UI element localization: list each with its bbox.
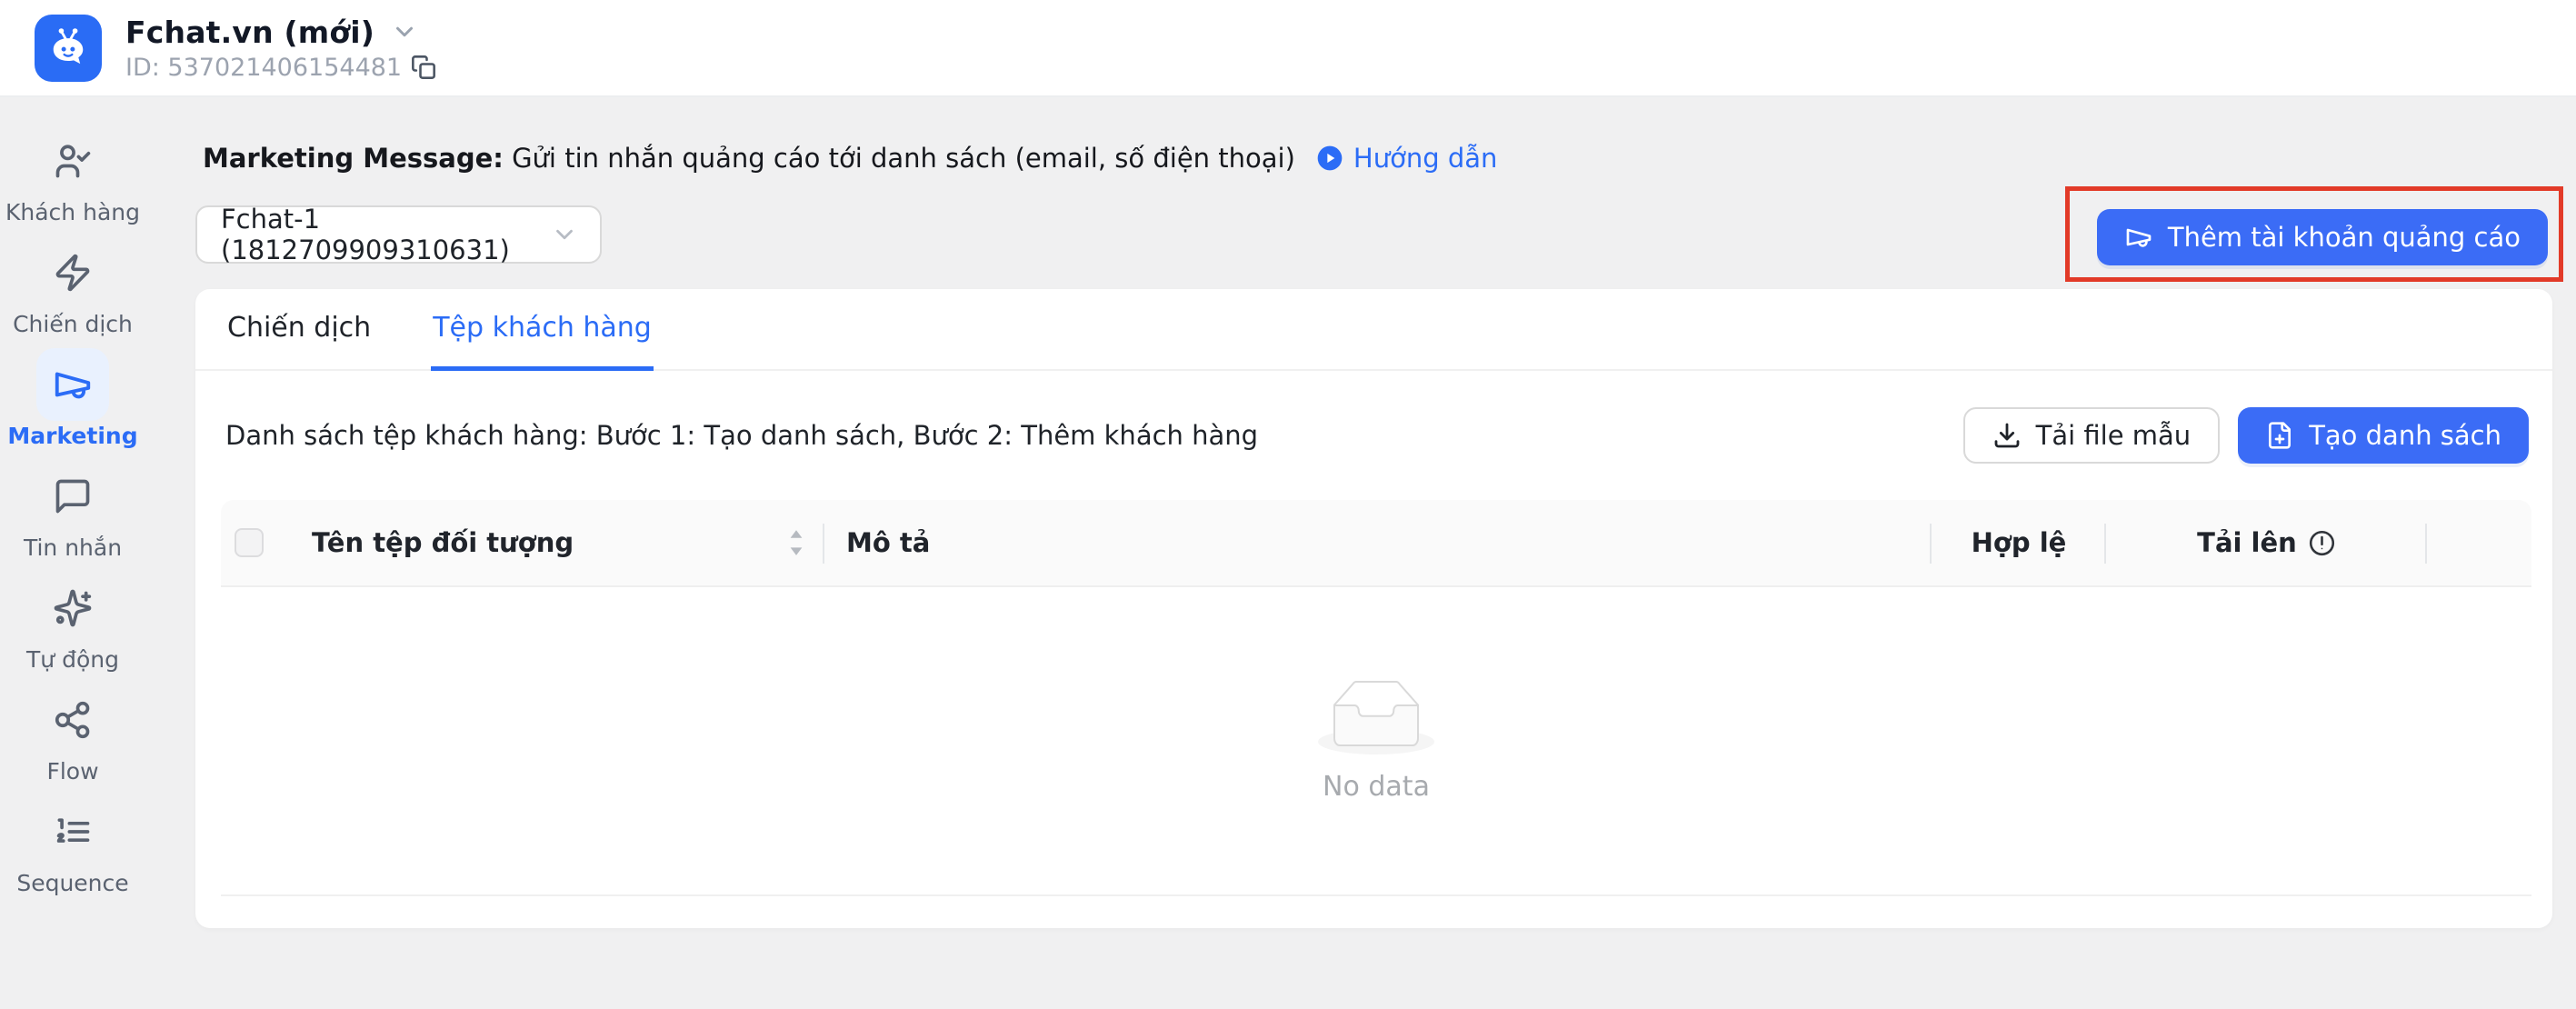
sidebar-item-label: Sequence: [16, 870, 128, 896]
app-body: Khách hàng Chiến dịch Marketing Tin nhắn…: [0, 97, 2576, 1009]
column-header-ten-tep: Tên tệp đối tượng: [312, 527, 574, 558]
sparkles-icon: [53, 588, 93, 628]
sidebar-item-label: Tin nhắn: [24, 534, 122, 561]
sidebar-item-chien-dich[interactable]: Chiến dịch: [0, 236, 145, 348]
numbered-list-icon: [53, 812, 93, 852]
tabbar: Chiến dịch Tệp khách hàng: [195, 289, 2552, 371]
sidebar: Khách hàng Chiến dịch Marketing Tin nhắn…: [0, 97, 145, 1009]
robot-logo-icon: [45, 25, 92, 72]
ad-account-select-value: Fchat-1 (1812709909310631): [221, 204, 551, 265]
sidebar-item-label: Marketing: [7, 423, 137, 449]
main-content: Marketing Message: Gửi tin nhắn quảng cá…: [145, 97, 2576, 1009]
tab-tep-khach-hang[interactable]: Tệp khách hàng: [431, 289, 654, 371]
file-plus-icon: [2265, 421, 2294, 450]
page-switch-chevron-down-icon[interactable]: [391, 18, 418, 45]
list-instruction: Danh sách tệp khách hàng: Bước 1: Tạo da…: [225, 420, 1258, 451]
info-circle-icon[interactable]: [2308, 529, 2336, 557]
marketing-message-intro: Marketing Message: Gửi tin nhắn quảng cá…: [203, 143, 2552, 174]
share-nodes-icon: [53, 700, 93, 740]
megaphone-icon: [2124, 223, 2153, 252]
no-data-label: No data: [1323, 771, 1430, 803]
add-ad-account-button[interactable]: Thêm tài khoản quảng cáo: [2097, 209, 2548, 265]
sort-icon[interactable]: [784, 527, 808, 558]
page-title-block: Fchat.vn (mới) ID: 537021406154481: [125, 15, 436, 82]
column-header-actions: [2427, 500, 2531, 585]
list-toolbar: Danh sách tệp khách hàng: Bước 1: Tạo da…: [225, 407, 2529, 464]
sidebar-item-marketing[interactable]: Marketing: [0, 348, 145, 460]
intro-description: Gửi tin nhắn quảng cáo tới danh sách (em…: [504, 143, 1295, 174]
chat-bubble-icon: [53, 476, 93, 516]
sidebar-item-label: Khách hàng: [5, 199, 140, 225]
column-header-hop-le: Hợp lệ: [1972, 527, 2067, 558]
copy-icon[interactable]: [411, 55, 436, 80]
app-root: Fchat.vn (mới) ID: 537021406154481 Khách…: [0, 0, 2576, 1009]
lightning-icon: [53, 253, 93, 293]
select-all-checkbox[interactable]: [235, 528, 264, 557]
page-title: Fchat.vn (mới): [125, 15, 374, 50]
table-empty-state: No data: [221, 587, 2531, 896]
megaphone-icon: [52, 364, 94, 405]
table-header-row: Tên tệp đối tượng Mô tả Hợp lệ Tả: [221, 500, 2531, 587]
top-header: Fchat.vn (mới) ID: 537021406154481: [0, 0, 2576, 97]
sidebar-item-khach-hang[interactable]: Khách hàng: [0, 125, 145, 236]
create-list-button[interactable]: Tạo danh sách: [2238, 407, 2529, 464]
customer-list-card: Chiến dịch Tệp khách hàng Danh sách tệp …: [195, 289, 2552, 928]
guide-link[interactable]: Hướng dẫn: [1315, 143, 1498, 174]
play-circle-icon: [1315, 144, 1344, 173]
sidebar-item-flow[interactable]: Flow: [0, 684, 145, 795]
annotation-highlight-box: Thêm tài khoản quảng cáo: [2065, 186, 2563, 282]
tab-chien-dich[interactable]: Chiến dịch: [225, 289, 373, 371]
column-header-mo-ta: Mô tả: [846, 527, 930, 558]
fchat-logo[interactable]: [35, 15, 102, 82]
user-check-icon: [53, 141, 93, 181]
ad-account-select[interactable]: Fchat-1 (1812709909310631): [195, 205, 602, 264]
sidebar-item-tu-dong[interactable]: Tự động: [0, 572, 145, 684]
sidebar-item-tin-nhan[interactable]: Tin nhắn: [0, 460, 145, 572]
sidebar-item-label: Tự động: [26, 646, 119, 673]
account-row: Fchat-1 (1812709909310631) Thêm tài khoả…: [195, 186, 2552, 282]
sidebar-item-label: Flow: [46, 758, 98, 784]
sidebar-item-sequence[interactable]: Sequence: [0, 795, 145, 907]
sidebar-item-label: Chiến dịch: [13, 311, 133, 337]
page-id: ID: 537021406154481: [125, 54, 402, 82]
download-template-button[interactable]: Tải file mẫu: [1963, 407, 2221, 464]
column-header-tai-len: Tải lên: [2197, 527, 2297, 558]
select-chevron-down-icon: [551, 221, 578, 248]
download-icon: [1992, 421, 2022, 450]
intro-bold-label: Marketing Message:: [203, 143, 504, 174]
customer-file-table: Tên tệp đối tượng Mô tả Hợp lệ Tả: [221, 500, 2531, 896]
empty-inbox-icon: [1318, 680, 1434, 754]
